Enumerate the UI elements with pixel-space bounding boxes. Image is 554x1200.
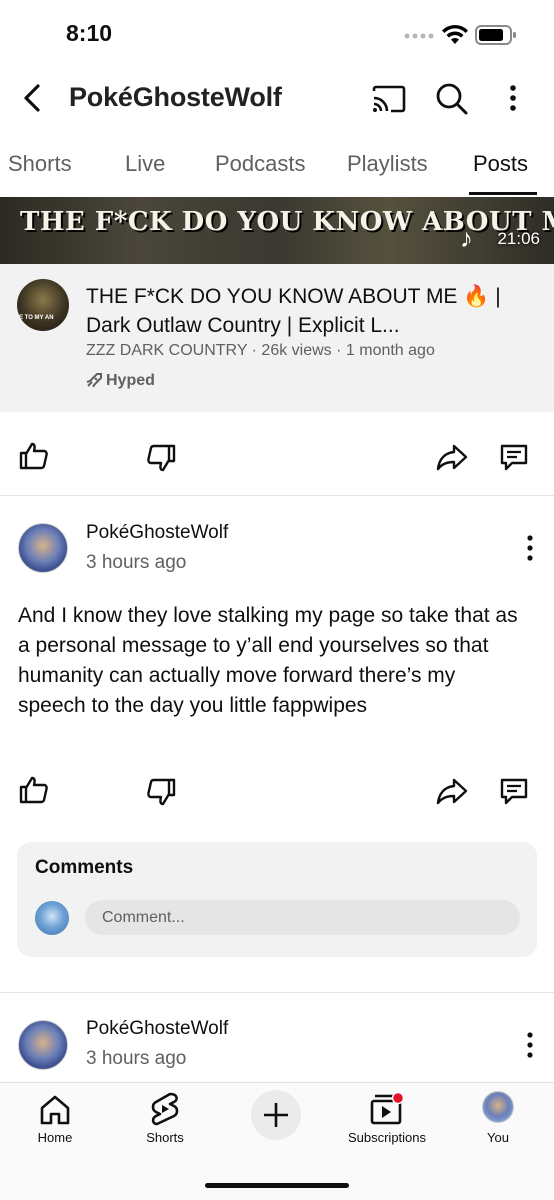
back-button[interactable] <box>18 83 48 113</box>
divider <box>0 992 554 993</box>
like-button[interactable] <box>18 440 50 472</box>
tab-playlists[interactable]: Playlists <box>347 151 428 177</box>
vertical-dots-icon <box>510 85 516 111</box>
thumbs-down-icon <box>147 444 176 472</box>
dislike-button[interactable] <box>145 442 177 474</box>
share-icon <box>436 778 468 805</box>
cast-button[interactable] <box>371 84 407 114</box>
back-arrow-icon <box>24 84 40 112</box>
music-note-icon: ♪ <box>460 223 473 253</box>
battery-icon <box>475 24 517 46</box>
thumbs-up-icon <box>19 776 48 804</box>
video-title[interactable]: THE F*CK DO YOU KNOW ABOUT ME 🔥 | Dark O… <box>86 282 526 340</box>
channel-name: PokéGhosteWolf <box>69 82 282 112</box>
video-age: 1 month ago <box>345 342 435 359</box>
post-comments-button[interactable] <box>498 775 530 807</box>
more-options-button[interactable] <box>504 84 522 112</box>
post-dislike-button[interactable] <box>145 776 177 808</box>
search-button[interactable] <box>435 82 469 116</box>
video-meta: ZZZ DARK COUNTRY · 26k views · 1 month a… <box>86 342 435 359</box>
hype-rocket-icon <box>86 373 102 387</box>
channel-tabs: Shorts Live Podcasts Playlists Posts <box>0 140 554 196</box>
home-icon <box>40 1095 70 1125</box>
tab-shorts[interactable]: Shorts <box>8 151 72 177</box>
post-more-button[interactable] <box>521 1031 539 1059</box>
comments-title: Comments <box>35 857 134 878</box>
shorts-icon <box>151 1092 179 1126</box>
status-bar: 8:10 <box>0 0 554 70</box>
video-channel-avatar[interactable]: E TO MY AN <box>17 279 69 331</box>
vertical-dots-icon <box>527 535 533 561</box>
search-icon <box>436 83 468 115</box>
comment-input[interactable] <box>85 900 520 935</box>
create-button[interactable] <box>251 1090 301 1140</box>
comments-button[interactable] <box>498 441 530 473</box>
video-views: 26k views <box>261 342 332 359</box>
you-avatar[interactable] <box>482 1091 514 1123</box>
wifi-icon <box>441 24 469 46</box>
thumbs-up-icon <box>19 442 48 470</box>
post-time: 3 hours ago <box>86 1048 187 1069</box>
subscriptions-icon <box>370 1091 405 1125</box>
share-button[interactable] <box>436 441 468 473</box>
video-channel: ZZZ DARK COUNTRY <box>86 342 248 359</box>
post-author-avatar[interactable] <box>18 523 68 573</box>
post-author-name[interactable]: PokéGhosteWolf <box>86 1018 228 1040</box>
tab-posts[interactable]: Posts <box>473 151 528 177</box>
divider <box>0 495 554 496</box>
cellular-signal-icon <box>404 32 434 40</box>
create-plus-icon <box>264 1103 288 1127</box>
cast-icon <box>372 85 406 113</box>
post-more-button[interactable] <box>521 534 539 562</box>
comment-icon <box>500 444 528 471</box>
thumbs-down-icon <box>147 778 176 806</box>
user-avatar <box>35 901 69 935</box>
tab-podcasts[interactable]: Podcasts <box>215 151 306 177</box>
hyped-badge: Hyped <box>86 372 155 390</box>
comment-icon <box>500 778 528 805</box>
post-text: And I know they love stalking my page so… <box>18 604 518 717</box>
active-tab-indicator <box>469 192 537 195</box>
tab-live[interactable]: Live <box>125 151 165 177</box>
video-thumbnail-banner[interactable]: THE F*CK DO YOU KNOW ABOUT ME ♪ 21:06 <box>0 197 554 264</box>
post-share-button[interactable] <box>436 775 468 807</box>
share-icon <box>436 444 468 471</box>
post-time: 3 hours ago <box>86 552 187 573</box>
post-author-avatar[interactable] <box>18 1020 68 1070</box>
video-duration: 21:06 <box>497 229 540 248</box>
post-author-name[interactable]: PokéGhosteWolf <box>86 522 228 544</box>
post-like-button[interactable] <box>18 774 50 806</box>
vertical-dots-icon <box>527 1032 533 1058</box>
status-time: 8:10 <box>66 20 113 46</box>
home-indicator <box>205 1183 349 1188</box>
banner-title: THE F*CK DO YOU KNOW ABOUT ME <box>20 207 554 237</box>
